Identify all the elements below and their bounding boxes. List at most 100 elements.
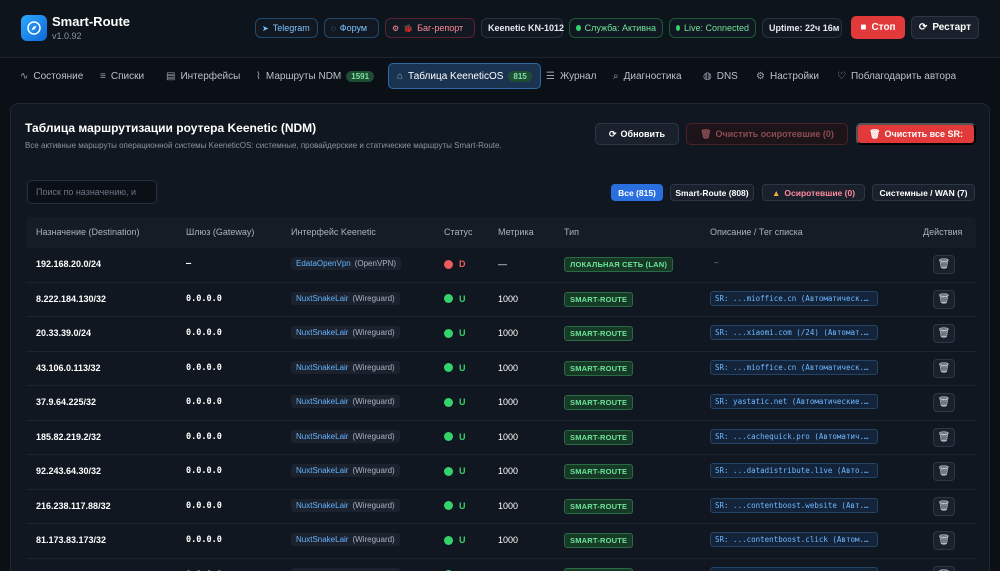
- tab-settings[interactable]: ⚙ Настройки: [756, 63, 819, 89]
- tab-label: Списки: [110, 70, 145, 82]
- delete-route-button[interactable]: 🗑: [933, 496, 955, 516]
- filter-system-wan[interactable]: Системные / WAN (7): [872, 184, 975, 201]
- gear-icon: ⚙: [756, 70, 765, 82]
- interface-name: NuxtSnakeLair: [296, 466, 349, 475]
- delete-route-button[interactable]: 🗑: [933, 324, 955, 343]
- table-row: 37.9.64.225/32 0.0.0.0 NuxtSnakeLair (Wireg…: [26, 386, 976, 421]
- clear-all-sr-button[interactable]: 🗑 Очистить все SR:: [856, 123, 976, 145]
- tab-thank-author[interactable]: ♡ Поблагодарить автора: [837, 63, 956, 89]
- tab-log[interactable]: ☰ Журнал: [546, 63, 596, 89]
- status-dot: [444, 466, 453, 476]
- destination-cell: 216.238.117.88/32: [36, 500, 111, 511]
- metric-cell: —: [498, 259, 507, 269]
- description-tag: SR: ...contentboost.click (Автом...: [710, 566, 878, 571]
- interface-cell: EdataOpenVpn (OpenVPN): [291, 257, 402, 270]
- forum-link[interactable]: ◌ Форум: [324, 18, 379, 38]
- description-tag: SR: yastatic.net (Автоматические...: [710, 394, 878, 409]
- table-row: 185.82.219.2/32 0.0.0.0 NuxtSnakeLair (Wire…: [26, 421, 976, 455]
- delete-route-button[interactable]: 🗑: [933, 255, 955, 274]
- trash-icon: 🗑: [937, 362, 951, 374]
- restart-button[interactable]: ⟳ Рестарт: [911, 16, 979, 39]
- interface-cell: NuxtSnakeLair(Wireguard): [291, 533, 400, 546]
- filter-smart-route[interactable]: Smart-Route (808): [670, 184, 754, 201]
- status-code: U: [459, 293, 466, 304]
- interface-name: NuxtSnakeLair: [296, 328, 349, 337]
- table-row: 20.33.39.0/24 0.0.0.0 NuxtSnakeLair (Wiregu…: [26, 317, 976, 352]
- type-badge: SMART-ROUTE: [564, 395, 634, 410]
- stop-label: Стоп: [871, 22, 896, 33]
- bug-report-link[interactable]: ⚙ 🐞 Баг-репорт: [385, 18, 475, 38]
- warning-icon: ▲: [771, 187, 781, 198]
- destination-cell: 8.222.184.130/32: [36, 293, 107, 304]
- type-badge: SMART-ROUTE: [564, 464, 634, 479]
- header-status[interactable]: Статус: [444, 227, 472, 237]
- metric-cell: 1000: [498, 397, 519, 407]
- tab-status[interactable]: ∿ Состояние: [20, 63, 83, 89]
- filter-orphaned[interactable]: ▲ Осиротевшие (0): [762, 184, 865, 201]
- tab-label: Поблагодарить автора: [850, 70, 957, 82]
- trash-icon: 🗑: [700, 128, 712, 139]
- header-type[interactable]: Тип: [564, 227, 579, 237]
- interface-name: NuxtSnakeLair: [296, 362, 349, 372]
- header-description[interactable]: Описание / Тег списка: [710, 227, 803, 237]
- tab-keeneticos-table[interactable]: ⌂ Таблица KeeneticOS 815: [388, 63, 541, 89]
- status-cell: U: [444, 432, 466, 442]
- status-code: U: [459, 397, 466, 407]
- heart-icon: ♡: [837, 70, 846, 82]
- metric-cell: 1000: [498, 362, 519, 373]
- status-cell: U: [444, 466, 466, 476]
- delete-route-button[interactable]: 🗑: [933, 289, 955, 309]
- telegram-link[interactable]: ➤ Telegram: [255, 18, 318, 38]
- clear-orphaned-button[interactable]: 🗑 Очистить осиротевшие (0): [686, 123, 848, 145]
- search-icon: ⌕: [613, 70, 619, 82]
- interface-type: (Wireguard): [352, 500, 395, 510]
- trash-icon: 🗑: [937, 466, 951, 477]
- header-gateway[interactable]: Шлюз (Gateway): [186, 227, 254, 237]
- tab-diagnostics[interactable]: ⌕ Диагностика: [613, 63, 682, 89]
- telegram-icon: ➤: [262, 23, 269, 33]
- header-interface[interactable]: Интерфейс Keenetic: [291, 227, 376, 237]
- status-cell: U: [444, 535, 466, 545]
- type-badge: SMART-ROUTE: [564, 291, 634, 307]
- interface-cell: NuxtSnakeLair(Wireguard): [291, 395, 400, 408]
- tab-ndm-routes[interactable]: ⌇ Маршруты NDM 1591: [256, 63, 375, 89]
- tab-label: Маршруты NDM: [265, 70, 342, 82]
- refresh-button[interactable]: ⟳ Обновить: [595, 123, 679, 145]
- interface-type: (Wireguard): [352, 535, 395, 544]
- tab-lists[interactable]: ≡ Списки: [100, 63, 144, 89]
- delete-route-button[interactable]: 🗑: [933, 565, 955, 571]
- search-input[interactable]: [27, 180, 157, 204]
- interface-name: NuxtSnakeLair: [296, 500, 349, 510]
- router-model-badge: Keenetic KN-1012: [481, 18, 564, 38]
- header-metric[interactable]: Метрика: [498, 227, 534, 237]
- routes-table: Назначение (Destination) Шлюз (Gateway) …: [26, 217, 976, 571]
- description-tag: SR: ...mioffice.cn (Автоматическ...: [710, 290, 878, 306]
- tab-interfaces[interactable]: ▤ Интерфейсы: [166, 63, 240, 89]
- delete-route-button[interactable]: 🗑: [933, 393, 955, 412]
- stop-button[interactable]: ■ Стоп: [851, 16, 905, 39]
- status-code: U: [459, 362, 466, 373]
- gateway-cell: 0.0.0.0: [186, 431, 222, 442]
- filter-all[interactable]: Все (815): [611, 184, 663, 201]
- type-badge: SMART-ROUTE: [564, 429, 634, 445]
- server-icon: ▤: [166, 70, 176, 82]
- tab-dns[interactable]: ◍ DNS: [703, 63, 738, 89]
- type-badge: ЛОКАЛЬНАЯ СЕТЬ (LAN): [564, 257, 674, 272]
- tab-label: Состояние: [33, 70, 84, 82]
- destination-cell: 37.9.64.225/32: [36, 397, 97, 407]
- delete-route-button[interactable]: 🗑: [933, 358, 955, 378]
- delete-route-button[interactable]: 🗑: [933, 427, 955, 447]
- metric-cell: 1000: [498, 466, 519, 476]
- destination-cell: 192.168.20.0/24: [36, 259, 102, 269]
- delete-route-button[interactable]: 🗑: [933, 531, 955, 550]
- gateway-cell: 0.0.0.0: [186, 535, 222, 545]
- interface-name: NuxtSnakeLair: [296, 535, 349, 544]
- stop-icon: ■: [860, 22, 867, 33]
- delete-route-button[interactable]: 🗑: [933, 462, 955, 481]
- header-destination[interactable]: Назначение (Destination): [36, 227, 140, 237]
- telegram-label: Telegram: [272, 23, 310, 33]
- status-dot: [444, 294, 453, 303]
- description-tag: SR: ...mioffice.cn (Автоматическ...: [710, 359, 878, 375]
- status-dot: [444, 501, 453, 510]
- interface-name: EdataOpenVpn: [296, 259, 351, 268]
